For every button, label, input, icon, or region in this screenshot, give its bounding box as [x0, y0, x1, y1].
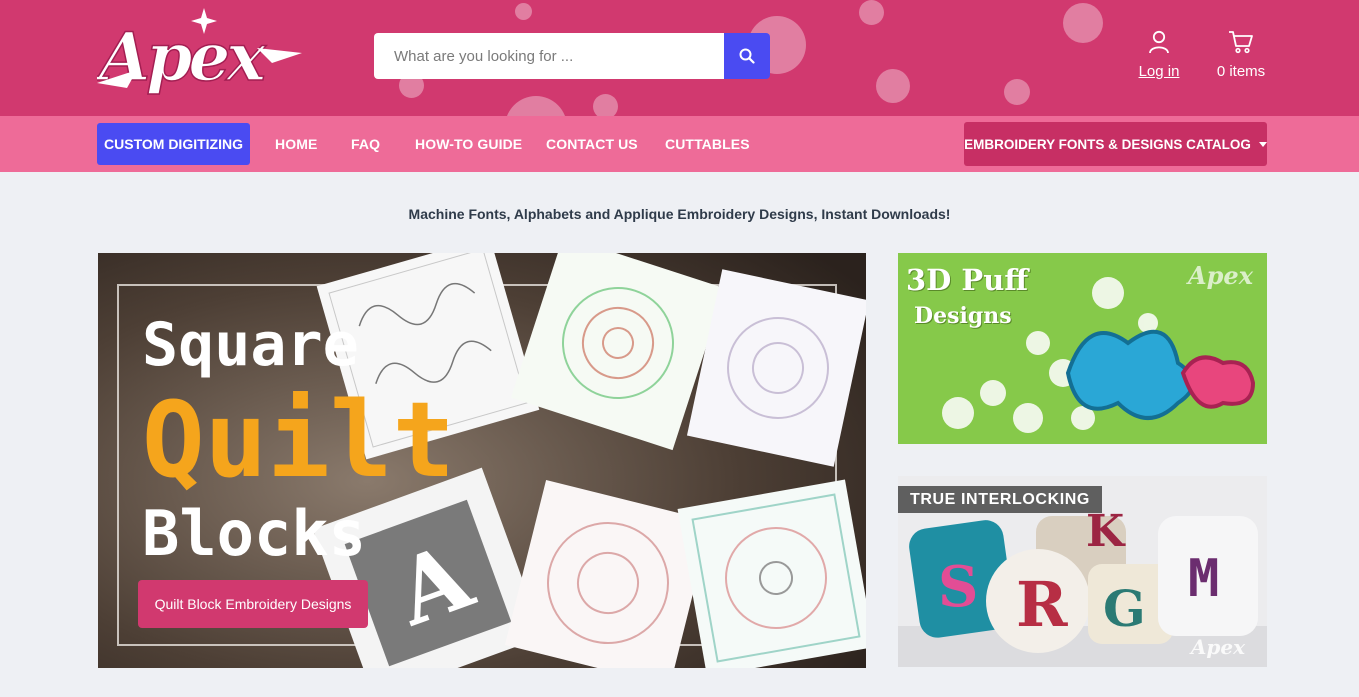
search-button[interactable]	[724, 33, 770, 79]
decorative-bubble	[859, 0, 884, 25]
hero-banner[interactable]: A Square Quilt Blocks Quilt Block Embroi…	[98, 253, 866, 668]
hero-title-line2: Quilt	[142, 379, 456, 501]
svg-text:K: K	[1086, 506, 1126, 557]
banner-3d-puff[interactable]: 3D Puff Designs Apex	[898, 253, 1267, 444]
decorative-bubble	[515, 3, 532, 20]
user-icon	[1149, 30, 1169, 54]
svg-text:S: S	[938, 554, 978, 620]
search-icon	[739, 48, 755, 64]
puff-banner-subtitle: Designs	[914, 303, 1012, 329]
cart-link[interactable]: 0 items	[1210, 30, 1272, 80]
apex-logo-graphic: Apex	[92, 8, 302, 97]
svg-text:R: R	[1016, 568, 1068, 641]
svg-text:G: G	[1103, 579, 1146, 638]
site-tagline: Machine Fonts, Alphabets and Applique Em…	[408, 206, 951, 222]
nav-custom-digitizing-button[interactable]: CUSTOM DIGITIZING	[97, 123, 250, 165]
nav-item-faq[interactable]: FAQ	[351, 116, 380, 172]
chevron-down-icon	[1258, 141, 1267, 147]
decorative-bubble	[593, 94, 618, 116]
cart-count-label: 0 items	[1216, 63, 1266, 80]
quilt-block-designs-button[interactable]: Quilt Block Embroidery Designs	[138, 580, 368, 628]
hero-title-line3: Blocks	[142, 497, 366, 570]
site-header: Apex Log in 0 items	[0, 0, 1359, 116]
catalog-dropdown-button[interactable]: EMBROIDERY FONTS & DESIGNS CATALOG	[964, 122, 1267, 166]
nav-item-home[interactable]: HOME	[275, 116, 317, 172]
nav-item-how-to-guide[interactable]: HOW-TO GUIDE	[415, 116, 522, 172]
puff-banner-watermark: Apex	[1188, 261, 1253, 290]
decorative-bubble	[1063, 3, 1103, 43]
cart-icon	[1229, 31, 1253, 54]
nav-item-cuttables[interactable]: CUTTABLES	[665, 116, 750, 172]
site-logo[interactable]: Apex	[92, 8, 302, 100]
svg-text:M: M	[1188, 549, 1219, 609]
banner-true-interlocking[interactable]: S R K G M TRUE INTERLOCKING Apex	[898, 476, 1267, 667]
interlocking-banner-label: TRUE INTERLOCKING	[898, 486, 1102, 513]
main-nav: CUSTOM DIGITIZING HOME FAQ HOW-TO GUIDE …	[0, 116, 1359, 172]
decorative-bubble	[505, 96, 567, 116]
search-bar	[374, 33, 770, 79]
puff-banner-title: 3D Puff	[906, 263, 1029, 297]
nav-item-contact-us[interactable]: CONTACT US	[546, 116, 638, 172]
decorative-bubble	[1004, 79, 1030, 105]
interlocking-banner-watermark: Apex	[1190, 635, 1245, 659]
search-input[interactable]	[374, 33, 724, 79]
hero-title-line1: Square	[142, 310, 359, 380]
catalog-dropdown-label: EMBROIDERY FONTS & DESIGNS CATALOG	[964, 136, 1251, 152]
login-link[interactable]: Log in	[1130, 30, 1188, 80]
login-label: Log in	[1138, 63, 1180, 80]
decorative-bubble	[876, 69, 910, 103]
